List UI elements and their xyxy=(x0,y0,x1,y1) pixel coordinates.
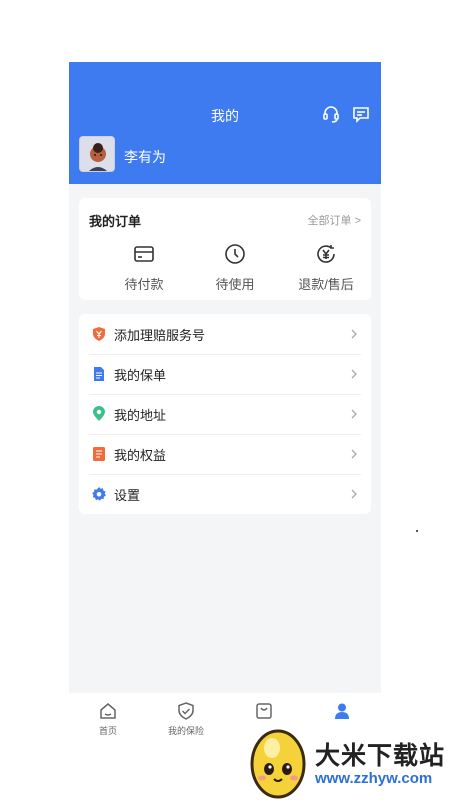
home-icon xyxy=(100,703,116,719)
headset-icon[interactable] xyxy=(321,104,341,124)
tab-my-insurance[interactable]: 我的保险 xyxy=(147,693,225,741)
refund-yen-icon xyxy=(317,245,335,263)
chevron-right-icon xyxy=(351,489,357,499)
chevron-right-icon xyxy=(351,409,357,419)
menu-item-label: 设置 xyxy=(114,487,141,503)
menu-item-my-address[interactable]: 我的地址 xyxy=(79,394,371,434)
mascot-logo xyxy=(250,729,306,799)
avatar[interactable] xyxy=(79,136,115,172)
menu-item-label: 添加理赔服务号 xyxy=(114,327,206,343)
watermark-url: www.zzhyw.com xyxy=(315,770,433,787)
bag-icon xyxy=(256,703,272,719)
shield-check-icon xyxy=(178,702,194,720)
order-label: 待使用 xyxy=(215,277,255,292)
menu-item-label: 我的权益 xyxy=(114,447,167,463)
chevron-right-icon xyxy=(351,369,357,379)
tab-label: 我的保险 xyxy=(167,726,204,736)
policy-document-icon xyxy=(94,367,104,381)
user-icon xyxy=(335,703,349,719)
menu-item-label: 我的地址 xyxy=(114,407,167,423)
chevron-right-icon xyxy=(351,449,357,459)
clock-icon xyxy=(225,244,245,264)
user-name[interactable]: 李有为 xyxy=(124,147,166,167)
order-label: 待付款 xyxy=(124,277,164,292)
gear-icon xyxy=(92,487,106,501)
app-screen: 我的 李有为 我的订单 全部订单 > 待付款 待使用 退款/售后 添加理赔服务号… xyxy=(69,62,381,740)
card-icon xyxy=(134,246,154,262)
location-pin-icon xyxy=(93,406,105,421)
menu-item-my-policy[interactable]: 我的保单 xyxy=(79,354,371,394)
menu-item-settings[interactable]: 设置 xyxy=(79,474,371,514)
stray-dot xyxy=(416,530,418,532)
tab-home[interactable]: 首页 xyxy=(69,693,147,741)
watermark-name: 大米下载站 xyxy=(315,742,446,770)
chevron-right-icon xyxy=(351,329,357,339)
benefits-icon xyxy=(93,447,105,461)
order-pending-payment[interactable]: 待付款 xyxy=(109,242,179,293)
orders-title: 我的订单 xyxy=(89,214,142,229)
watermark: 大米下载站 www.zzhyw.com xyxy=(245,720,450,800)
menu-item-my-benefits[interactable]: 我的权益 xyxy=(79,434,371,474)
shield-yen-icon xyxy=(93,327,105,341)
order-to-use[interactable]: 待使用 xyxy=(200,242,270,293)
menu-item-claim-service[interactable]: 添加理赔服务号 xyxy=(79,314,371,354)
order-refund[interactable]: 退款/售后 xyxy=(291,242,361,293)
message-icon[interactable] xyxy=(351,104,371,124)
menu-item-label: 我的保单 xyxy=(114,367,167,383)
my-orders-card: 我的订单 全部订单 > 待付款 待使用 退款/售后 xyxy=(79,198,371,300)
profile-header: 我的 李有为 xyxy=(69,62,381,184)
menu-list: 添加理赔服务号 我的保单 我的地址 我的权益 设置 xyxy=(79,314,371,514)
order-label: 退款/售后 xyxy=(298,277,354,292)
tab-label: 首页 xyxy=(98,726,117,736)
all-orders-link[interactable]: 全部订单 > xyxy=(308,212,361,228)
